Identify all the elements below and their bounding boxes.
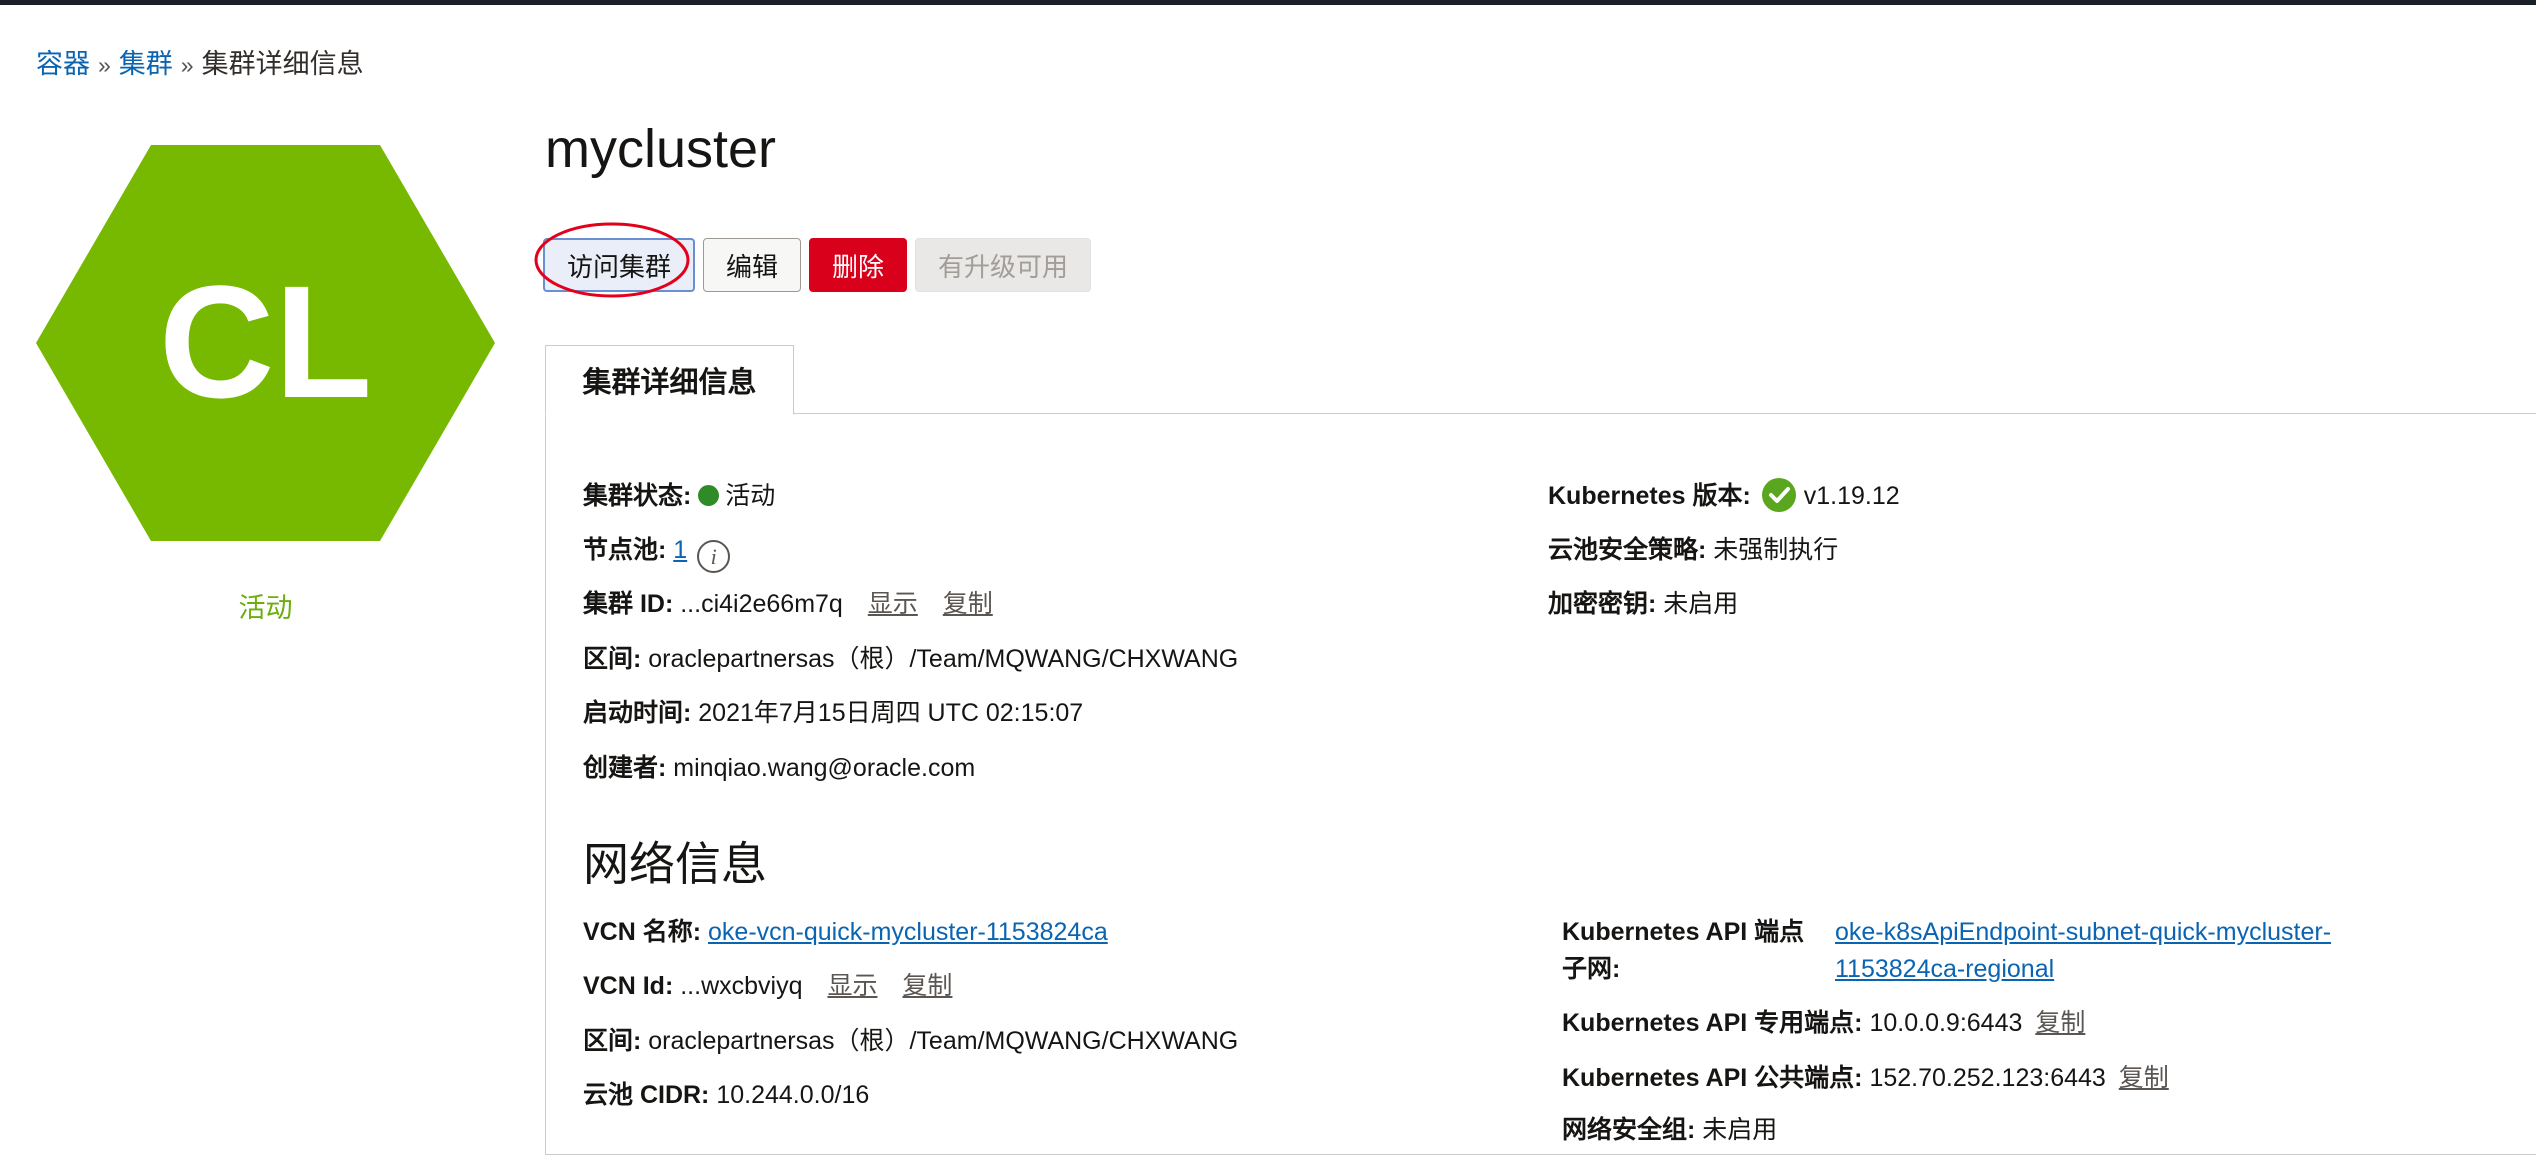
public-endpoint-row: Kubernetes API 公共端点: 152.70.252.123:6443…	[1562, 1061, 2169, 1095]
pods-cidr-label: 云池 CIDR:	[583, 1081, 710, 1109]
creator-row: 创建者: minqiao.wang@oracle.com	[583, 751, 975, 785]
pod-security-row: 云池安全策略: 未强制执行	[1548, 533, 1838, 567]
public-endpoint-value: 152.70.252.123:6443	[1869, 1064, 2106, 1092]
page-title: mycluster	[545, 119, 777, 179]
cluster-id-value: ...ci4i2e66m7q	[680, 590, 843, 618]
private-endpoint-copy-link[interactable]: 复制	[2035, 1009, 2085, 1037]
compartment-value: oraclepartnersas（根）/Team/MQWANG/CHXWANG	[648, 645, 1239, 673]
vcn-id-copy-link[interactable]: 复制	[902, 972, 952, 1000]
breadcrumb-current: 集群详细信息	[201, 49, 364, 79]
private-endpoint-value: 10.0.0.9:6443	[1869, 1009, 2023, 1037]
status-active-icon	[698, 485, 720, 506]
public-endpoint-label: Kubernetes API 公共端点:	[1562, 1064, 1863, 1092]
vcn-id-value: ...wxcbviyq	[680, 972, 803, 1000]
vcn-name-link[interactable]: oke-vcn-quick-mycluster-1153824ca	[708, 918, 1108, 946]
upgrade-available-button: 有升级可用	[915, 238, 1092, 292]
private-endpoint-label: Kubernetes API 专用端点:	[1562, 1009, 1863, 1037]
top-bar	[0, 0, 2536, 5]
highlight-annotation-ellipse	[534, 222, 690, 298]
kubernetes-version-value: v1.19.12	[1803, 482, 1900, 510]
public-endpoint-copy-link[interactable]: 复制	[2119, 1064, 2169, 1092]
encryption-key-label: 加密密钥:	[1548, 590, 1657, 618]
vcn-id-label: VCN Id:	[583, 972, 674, 1000]
network-security-group-row: 网络安全组: 未启用	[1562, 1113, 1777, 1147]
breadcrumb-separator: »	[98, 52, 111, 78]
api-endpoint-subnet-label-suffix: 子网:	[1562, 955, 1621, 983]
breadcrumb-separator: »	[180, 52, 194, 78]
created-time-label: 启动时间:	[583, 699, 692, 727]
created-time-row: 启动时间: 2021年7月15日周四 UTC 02:15:07	[583, 696, 1083, 730]
vcn-name-row: VCN 名称: oke-vcn-quick-mycluster-1153824c…	[583, 915, 1108, 949]
check-circle-icon	[1761, 478, 1796, 512]
encryption-key-value: 未启用	[1663, 590, 1739, 618]
breadcrumb-containers-link[interactable]: 容器	[36, 49, 90, 79]
edit-button[interactable]: 编辑	[703, 238, 802, 292]
cluster-status-label: 集群状态:	[583, 482, 692, 510]
cluster-status-caption: 活动	[238, 593, 293, 623]
cluster-status-value: 活动	[725, 482, 776, 510]
cluster-id-copy-link[interactable]: 复制	[943, 590, 993, 618]
breadcrumb: 容器 » 集群 » 集群详细信息	[36, 42, 364, 81]
pods-cidr-row: 云池 CIDR: 10.244.0.0/16	[583, 1078, 869, 1112]
api-endpoint-subnet-link[interactable]: oke-k8sApiEndpoint-subnet-quick-mycluste…	[1835, 918, 2331, 946]
pod-security-label: 云池安全策略:	[1548, 536, 1707, 564]
cluster-hexagon-icon: CL	[36, 145, 495, 541]
kubernetes-version-label: Kubernetes 版本:	[1548, 482, 1751, 510]
kubernetes-version-row: Kubernetes 版本: v1.19.12	[1548, 478, 1900, 513]
vcn-id-row: VCN Id: ...wxcbviyq 显示 复制	[583, 969, 952, 1003]
created-time-value: 2021年7月15日周四 UTC 02:15:07	[698, 699, 1084, 727]
encryption-key-row: 加密密钥: 未启用	[1548, 587, 1738, 621]
compartment-label: 区间:	[583, 645, 642, 673]
breadcrumb-clusters-link[interactable]: 集群	[119, 49, 173, 79]
network-compartment-label: 区间:	[583, 1027, 642, 1055]
network-security-group-label: 网络安全组:	[1562, 1116, 1696, 1144]
cluster-id-row: 集群 ID: ...ci4i2e66m7q 显示 复制	[583, 587, 993, 621]
delete-button[interactable]: 删除	[809, 238, 908, 292]
api-endpoint-subnet-link-continued[interactable]: 1153824ca-regional	[1835, 955, 2054, 983]
vcn-id-show-link[interactable]: 显示	[827, 972, 877, 1000]
creator-label: 创建者:	[583, 754, 667, 782]
node-pool-row: 节点池: 1i	[583, 533, 731, 573]
network-compartment-row: 区间: oraclepartnersas（根）/Team/MQWANG/CHXW…	[583, 1024, 1238, 1058]
api-endpoint-subnet-label: Kubernetes API 端点	[1562, 918, 1805, 946]
vcn-name-label: VCN 名称:	[583, 918, 702, 946]
creator-value: minqiao.wang@oracle.com	[673, 754, 976, 782]
cluster-id-label: 集群 ID:	[583, 590, 674, 618]
pod-security-value: 未强制执行	[1713, 536, 1839, 564]
network-security-group-value: 未启用	[1702, 1116, 1778, 1144]
api-endpoint-subnet-link-line1: oke-k8sApiEndpoint-subnet-quick-mycluste…	[1835, 915, 2331, 949]
api-endpoint-subnet-label-line2: 子网:	[1562, 952, 1620, 986]
compartment-row: 区间: oraclepartnersas（根）/Team/MQWANG/CHXW…	[583, 642, 1238, 676]
tab-cluster-details[interactable]: 集群详细信息	[545, 345, 794, 415]
pods-cidr-value: 10.244.0.0/16	[716, 1081, 870, 1109]
network-compartment-value: oraclepartnersas（根）/Team/MQWANG/CHXWANG	[648, 1027, 1239, 1055]
api-endpoint-subnet-link-line2: 1153824ca-regional	[1835, 952, 2054, 986]
cluster-initials: CL	[159, 252, 372, 431]
node-pool-count-link[interactable]: 1	[673, 536, 687, 564]
cluster-id-show-link[interactable]: 显示	[868, 590, 918, 618]
info-icon[interactable]: i	[697, 540, 731, 573]
private-endpoint-row: Kubernetes API 专用端点: 10.0.0.9:6443 复制	[1562, 1006, 2085, 1040]
network-section-title: 网络信息	[583, 838, 767, 890]
cluster-status-row: 集群状态: 活动	[583, 479, 775, 513]
api-endpoint-subnet-label-line1: Kubernetes API 端点	[1562, 915, 1804, 949]
node-pool-label: 节点池:	[583, 536, 667, 564]
